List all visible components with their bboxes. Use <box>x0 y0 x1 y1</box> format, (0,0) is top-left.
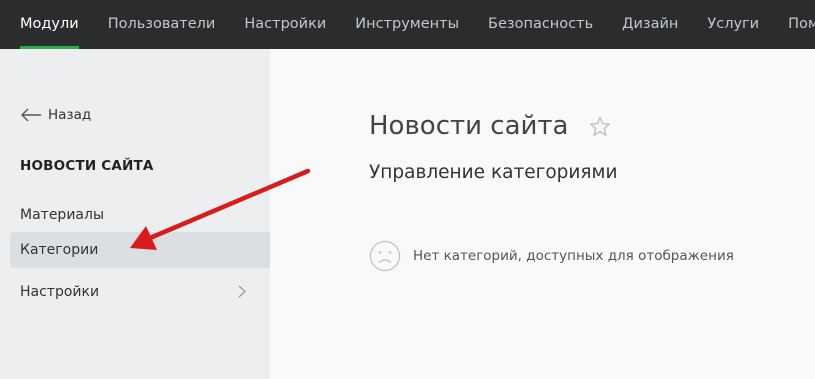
sidebar-item-settings[interactable]: Настройки <box>10 274 270 310</box>
sidebar-section-title: НОВОСТИ САЙТА <box>20 158 154 174</box>
empty-state: Нет категорий, доступных для отображения <box>369 240 734 272</box>
back-link[interactable]: Назад <box>20 107 91 123</box>
nav-item-modules[interactable]: Модули <box>20 0 79 49</box>
sidebar-item-categories[interactable]: Категории <box>10 232 270 268</box>
nav-item-security[interactable]: Безопасность <box>488 0 593 49</box>
back-link-label: Назад <box>48 107 92 123</box>
sidebar-item-materials[interactable]: Материалы <box>10 197 270 233</box>
nav-item-tools[interactable]: Инструменты <box>355 0 459 49</box>
nav-item-services[interactable]: Услуги <box>707 0 759 49</box>
empty-state-message: Нет категорий, доступных для отображения <box>413 248 734 264</box>
page-title-text: Новости сайта <box>369 111 569 141</box>
page-title: Новости сайта <box>369 111 611 141</box>
nav-item-help[interactable]: Помощь <box>788 0 815 49</box>
top-navigation: Модули Пользователи Настройки Инструмент… <box>0 0 815 49</box>
sidebar: Назад НОВОСТИ САЙТА Материалы Категории … <box>0 49 270 379</box>
nav-item-settings[interactable]: Настройки <box>244 0 326 49</box>
nav-item-users[interactable]: Пользователи <box>108 0 216 49</box>
sad-face-icon <box>369 240 401 272</box>
chevron-right-icon <box>238 285 246 298</box>
sidebar-item-label: Материалы <box>20 207 104 223</box>
sidebar-item-label: Категории <box>20 242 99 258</box>
star-outline-icon[interactable] <box>589 116 611 137</box>
sidebar-item-label: Настройки <box>20 284 100 300</box>
arrow-left-icon <box>21 108 41 122</box>
nav-item-design[interactable]: Дизайн <box>622 0 678 49</box>
page-subtitle: Управление категориями <box>369 162 618 183</box>
